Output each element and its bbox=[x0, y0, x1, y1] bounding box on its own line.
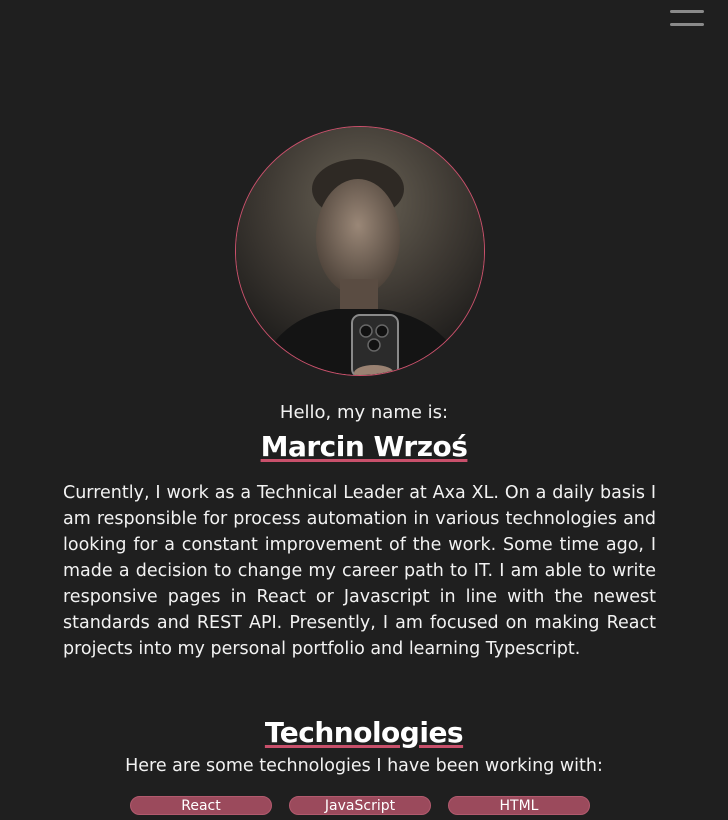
technologies-heading: Technologies bbox=[264, 716, 464, 749]
technologies-list: React JavaScript HTML bbox=[130, 796, 590, 815]
avatar bbox=[235, 126, 485, 376]
technologies-heading-wrapper: Technologies bbox=[0, 716, 728, 750]
portfolio-page: Hello, my name is: Marcin Wrzoś Currentl… bbox=[0, 0, 728, 820]
hamburger-menu-icon[interactable] bbox=[670, 0, 704, 26]
technologies-subtitle: Here are some technologies I have been w… bbox=[125, 756, 603, 776]
tech-pill-react: React bbox=[130, 796, 272, 815]
tech-pill-html: HTML bbox=[448, 796, 590, 815]
menu-line bbox=[670, 23, 704, 26]
menu-line bbox=[670, 9, 704, 13]
profile-photo bbox=[236, 127, 484, 375]
bio-paragraph: Currently, I work as a Technical Leader … bbox=[63, 483, 656, 659]
name-heading: Marcin Wrzoś bbox=[260, 430, 468, 463]
name-heading-wrapper: Marcin Wrzoś bbox=[0, 430, 728, 464]
greeting-text: Hello, my name is: bbox=[279, 402, 449, 423]
tech-pill-javascript: JavaScript bbox=[289, 796, 431, 815]
